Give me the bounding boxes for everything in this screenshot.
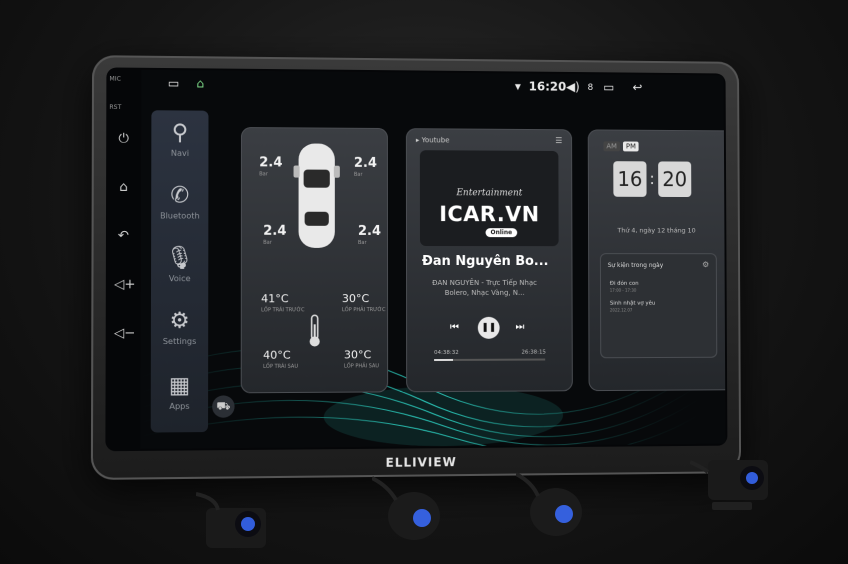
dock-item-apps[interactable]: ▦ Apps xyxy=(151,373,208,411)
back-icon[interactable]: ↶ xyxy=(114,227,133,245)
screen: ▭ ⌂ ▾ 16:20 ◀) 8 ▭ ↩ ⚲ Navi ✆ Bluetooth xyxy=(140,69,726,449)
dock-label: Voice xyxy=(168,274,191,284)
dock-label: Navi xyxy=(170,148,190,158)
camera-icon xyxy=(516,472,582,536)
volume-icon[interactable]: ◀) xyxy=(566,80,580,94)
temp-rear-left: 40°C LỐP TRÁI SAU xyxy=(263,348,299,370)
bezel: MIC RST ⏻ ⌂ ↶ ◁+ ◁− ▭ ⌂ ▾ 16:20 ◀) 8 ▭ ↩… xyxy=(105,67,728,452)
dock-item-voice[interactable]: 🎙 Voice xyxy=(151,246,208,283)
camera-icon xyxy=(372,476,440,540)
source-label[interactable]: ▸ Youtube xyxy=(416,136,450,144)
camera-icon xyxy=(690,460,768,510)
events-title: Sự kiện trong ngày xyxy=(607,262,664,269)
previous-icon[interactable]: ⏮ xyxy=(450,322,459,333)
date-text: Thứ 4, ngày 12 tháng 10 xyxy=(617,226,696,235)
volume-up-icon[interactable]: ◁+ xyxy=(114,276,136,294)
dock-item-bluetooth[interactable]: ✆ Bluetooth xyxy=(151,183,208,221)
tire-rear-left: 2.4 Bar xyxy=(263,223,287,246)
progress-fill xyxy=(434,358,454,362)
song-artist: ĐAN NGUYÊN - Trực Tiếp Nhạc Bolero, Nhạc… xyxy=(432,278,537,297)
device-brand: ELLIVIEW xyxy=(385,455,457,470)
car-top-view-icon xyxy=(293,143,340,248)
tire-front-right: 2.4 Bar xyxy=(353,155,377,178)
song-title: Đan Nguyên Bo... xyxy=(421,254,549,269)
settings-icon[interactable]: ⚙ xyxy=(702,260,709,269)
dock-label: Bluetooth xyxy=(159,211,200,221)
pm-badge: PM xyxy=(622,141,639,152)
brand-name: ICAR.VN xyxy=(439,202,540,227)
head-unit: MIC RST ⏻ ⌂ ↶ ◁+ ◁− ▭ ⌂ ▾ 16:20 ◀) 8 ▭ ↩… xyxy=(90,55,742,480)
next-icon[interactable]: ⏭ xyxy=(515,322,524,333)
microphone-icon: 🎙 xyxy=(165,245,195,272)
camera-icon xyxy=(196,492,266,548)
return-icon[interactable]: ↩ xyxy=(632,80,642,94)
menu-icon[interactable]: ☰ xyxy=(555,136,562,145)
mic-label: MIC xyxy=(109,75,121,83)
volume-level: 8 xyxy=(587,83,594,93)
rst-label: RST xyxy=(109,103,122,112)
status-bar: ▭ ⌂ ▾ 16:20 ◀) 8 ▭ ↩ xyxy=(141,70,724,101)
volume-down-icon[interactable]: ◁− xyxy=(114,325,136,343)
home-icon[interactable]: ⌂ xyxy=(114,179,133,197)
gear-icon: ⚙ xyxy=(169,308,190,334)
dock-item-settings[interactable]: ⚙ Settings xyxy=(151,308,208,346)
brand-badge: Online xyxy=(485,228,518,238)
wifi-icon: ▾ xyxy=(514,79,521,94)
tire-rear-right: 2.4 Bar xyxy=(357,223,382,246)
media-player-card[interactable]: ▸ Youtube ☰ Entertainment ICAR.VN Online… xyxy=(405,128,573,393)
car-driving-icon[interactable]: ⛟ xyxy=(212,395,235,418)
time-total: 26:38:15 xyxy=(521,349,546,356)
power-icon[interactable]: ⏻ xyxy=(114,130,133,148)
temp-rear-right: 30°C LỐP PHẢI SAU xyxy=(343,348,380,370)
brand-tagline: Entertainment xyxy=(456,188,523,199)
event-item[interactable]: Đi đón con 17:00 - 17:30 xyxy=(610,281,639,293)
thermometer-icon xyxy=(308,314,322,347)
phone-icon: ✆ xyxy=(170,183,190,209)
clock-hour: 16 xyxy=(613,161,647,197)
clock-card[interactable]: AM PM 16 : 20 Thứ 4, ngày 12 tháng 10 Sự… xyxy=(587,129,726,392)
clock-text: 16:20 xyxy=(528,79,567,94)
events-panel[interactable]: Sự kiện trong ngày ⚙ Đi đón con 17:00 - 1… xyxy=(599,253,718,359)
android-home-icon[interactable]: ⌂ xyxy=(196,76,204,90)
event-item[interactable]: Sinh nhật vợ yêu 2022.12.07 xyxy=(610,301,655,313)
pause-button[interactable]: ❚❚ xyxy=(477,316,500,339)
car-outline-icon[interactable]: ▭ xyxy=(168,76,180,90)
tpms-card[interactable]: 2.4 Bar 2.4 Bar 2.4 Bar 2.4 Bar 41°C LỐP TRÁI… xyxy=(240,127,389,394)
time-current: 04:38:32 xyxy=(434,349,459,357)
clock-minute: 20 xyxy=(658,161,692,198)
dock-label: Settings xyxy=(162,336,197,347)
dock-item-navi[interactable]: ⚲ Navi xyxy=(151,120,208,158)
dock-label: Apps xyxy=(169,401,190,412)
temp-front-right: 30°C LỐP PHẢI TRƯỚC xyxy=(341,292,386,314)
map-pin-icon: ⚲ xyxy=(171,120,189,146)
side-hardware-buttons: MIC RST ⏻ ⌂ ↶ ◁+ ◁− xyxy=(105,67,141,451)
apps-grid-icon: ▦ xyxy=(168,373,191,399)
temp-front-left: 41°C LỐP TRÁI TRƯỚC xyxy=(261,292,305,314)
progress-bar[interactable] xyxy=(434,358,546,362)
tire-front-left: 2.4 Bar xyxy=(259,155,283,178)
am-badge: AM xyxy=(603,141,620,152)
app-dock: ⚲ Navi ✆ Bluetooth 🎙 Voice ⚙ Settings ▦ xyxy=(150,110,209,433)
recent-apps-icon[interactable]: ▭ xyxy=(603,80,614,94)
